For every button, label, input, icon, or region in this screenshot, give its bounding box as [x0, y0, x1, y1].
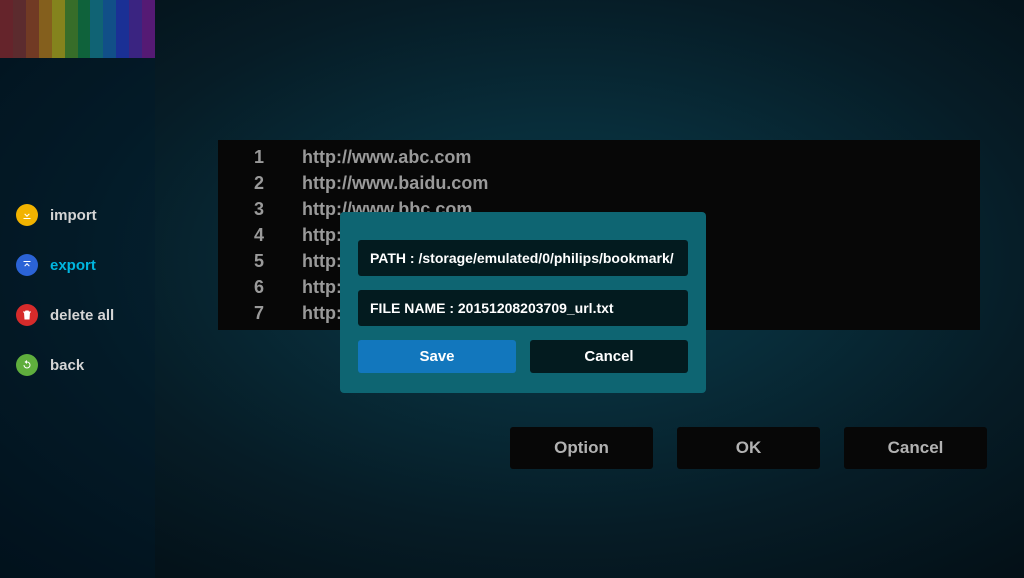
url-text: http://www.baidu.com	[302, 172, 488, 194]
path-field[interactable]: PATH : /storage/emulated/0/philips/bookm…	[358, 240, 688, 276]
url-index: 1	[254, 146, 302, 168]
export-dialog: PATH : /storage/emulated/0/philips/bookm…	[340, 212, 706, 393]
url-text: http://www.abc.com	[302, 146, 471, 168]
save-button[interactable]: Save	[358, 340, 516, 373]
sidebar-item-delete-all[interactable]: delete all	[0, 290, 155, 340]
ok-button[interactable]: OK	[677, 427, 820, 469]
url-index: 5	[254, 250, 302, 272]
url-text: http:	[302, 276, 342, 298]
sidebar-item-label: export	[50, 257, 96, 274]
bottom-cancel-button[interactable]: Cancel	[844, 427, 987, 469]
path-label: PATH :	[370, 250, 415, 266]
sidebar-item-back[interactable]: back	[0, 340, 155, 390]
sidebar-item-import[interactable]: import	[0, 190, 155, 240]
path-value: /storage/emulated/0/philips/bookmark/	[418, 250, 673, 266]
filename-field[interactable]: FILE NAME : 20151208203709_url.txt	[358, 290, 688, 326]
download-icon	[16, 204, 38, 226]
url-index: 7	[254, 302, 302, 324]
sidebar-item-label: delete all	[50, 307, 114, 324]
filename-label: FILE NAME :	[370, 300, 454, 316]
back-icon	[16, 354, 38, 376]
upload-icon	[16, 254, 38, 276]
sidebar-item-label: import	[50, 207, 97, 224]
url-row[interactable]: 1http://www.abc.com	[218, 144, 980, 170]
url-text: http:	[302, 250, 342, 272]
sidebar-item-label: back	[50, 357, 84, 374]
dialog-button-row: Save Cancel	[358, 340, 688, 373]
filename-value: 20151208203709_url.txt	[458, 300, 614, 316]
url-text: http:	[302, 224, 342, 246]
sidebar: import export delete all back	[0, 0, 155, 578]
url-text: http:	[302, 302, 342, 324]
url-index: 2	[254, 172, 302, 194]
url-index: 4	[254, 224, 302, 246]
bottom-button-row: Option OK Cancel	[510, 427, 987, 469]
url-index: 3	[254, 198, 302, 220]
sidebar-item-export[interactable]: export	[0, 240, 155, 290]
url-row[interactable]: 2http://www.baidu.com	[218, 170, 980, 196]
cancel-button[interactable]: Cancel	[530, 340, 688, 373]
option-button[interactable]: Option	[510, 427, 653, 469]
trash-icon	[16, 304, 38, 326]
url-index: 6	[254, 276, 302, 298]
